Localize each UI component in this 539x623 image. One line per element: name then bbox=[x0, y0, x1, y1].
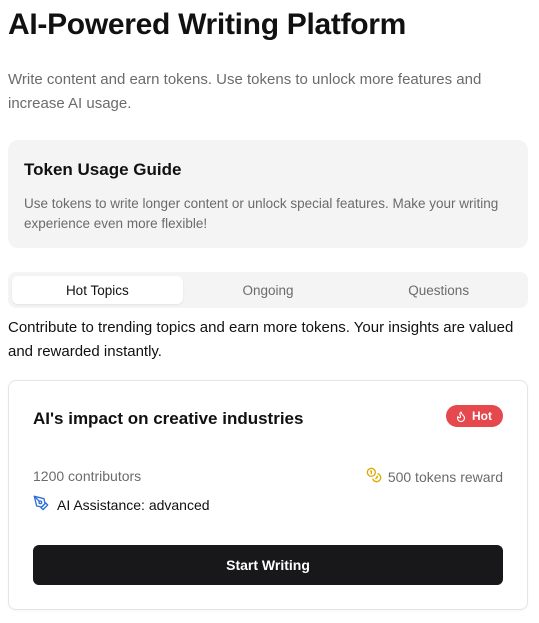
guide-text: Use tokens to write longer content or un… bbox=[24, 196, 499, 231]
ai-assistance-label: AI Assistance: advanced bbox=[57, 496, 210, 513]
pen-tool-icon bbox=[33, 495, 49, 514]
tab-questions[interactable]: Questions bbox=[353, 276, 524, 304]
flame-icon bbox=[455, 410, 467, 423]
tab-ongoing[interactable]: Ongoing bbox=[183, 276, 354, 304]
coins-icon bbox=[366, 467, 382, 486]
topic-tabs: Hot Topics Ongoing Questions bbox=[8, 272, 528, 308]
start-writing-button[interactable]: Start Writing bbox=[33, 545, 503, 585]
contributor-count: 1200 contributors bbox=[33, 468, 142, 484]
topic-card: AI's impact on creative industries Hot 1… bbox=[8, 380, 528, 610]
token-usage-guide-card: Token Usage Guide Use tokens to write lo… bbox=[8, 140, 528, 248]
tab-hot-topics[interactable]: Hot Topics bbox=[12, 276, 183, 304]
token-reward-label: 500 tokens reward bbox=[387, 468, 503, 485]
topic-title: AI's impact on creative industries bbox=[33, 409, 304, 428]
ai-assistance: AI Assistance: advanced bbox=[33, 495, 210, 514]
token-reward: 500 tokens reward bbox=[366, 467, 503, 486]
hot-badge: Hot bbox=[446, 405, 503, 427]
guide-title: Token Usage Guide bbox=[24, 160, 182, 179]
hot-badge-label: Hot bbox=[472, 409, 492, 423]
page-subtitle: Write content and earn tokens. Use token… bbox=[8, 71, 482, 112]
tab-description: Contribute to trending topics and earn m… bbox=[8, 319, 514, 360]
page-title: AI-Powered Writing Platform bbox=[8, 8, 407, 41]
